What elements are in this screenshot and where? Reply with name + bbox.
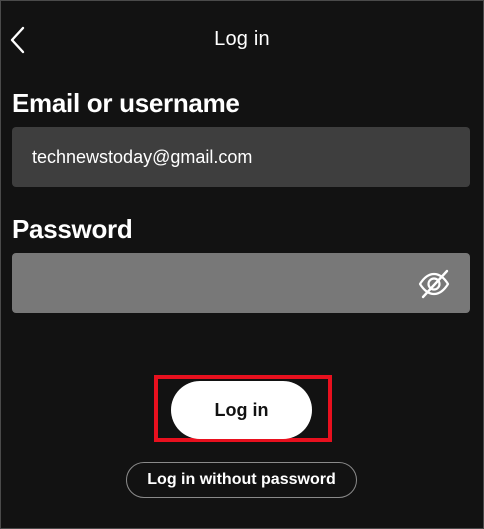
login-without-password-button[interactable]: Log in without password — [126, 462, 357, 498]
password-label: Password — [12, 214, 133, 244]
eye-slash-icon — [418, 269, 450, 299]
email-label: Email or username — [12, 88, 240, 118]
login-button[interactable]: Log in — [171, 381, 312, 439]
login-screen: Log in Email or username Password Log in… — [0, 0, 484, 529]
show-password-toggle[interactable] — [417, 267, 451, 301]
page-title: Log in — [214, 28, 270, 50]
password-field[interactable] — [12, 253, 470, 313]
email-field[interactable] — [12, 127, 470, 187]
